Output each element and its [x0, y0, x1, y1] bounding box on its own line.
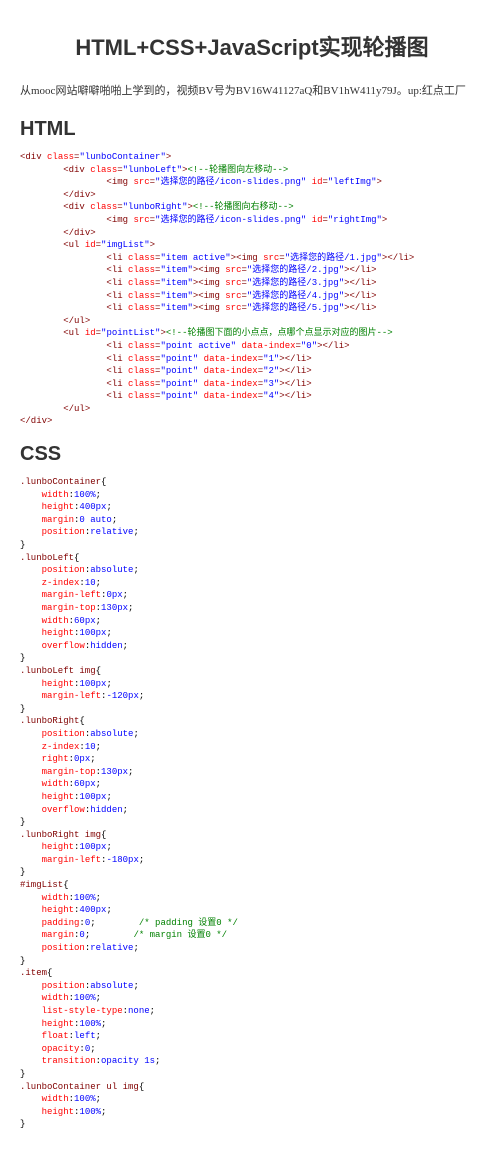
css-heading: CSS [20, 443, 484, 466]
css-code-block: .lunboContainer{ width:100%; height:400p… [20, 476, 484, 1131]
html-heading: HTML [20, 118, 484, 141]
page-title: HTML+CSS+JavaScript实现轮播图 [20, 30, 484, 62]
html-code-block: <div class="lunboContainer"> <div class=… [20, 151, 484, 428]
intro-text: 从mooc网站噼噼啪啪上学到的，视频BV号为BV16W41127aQ和BV1hW… [20, 82, 484, 98]
